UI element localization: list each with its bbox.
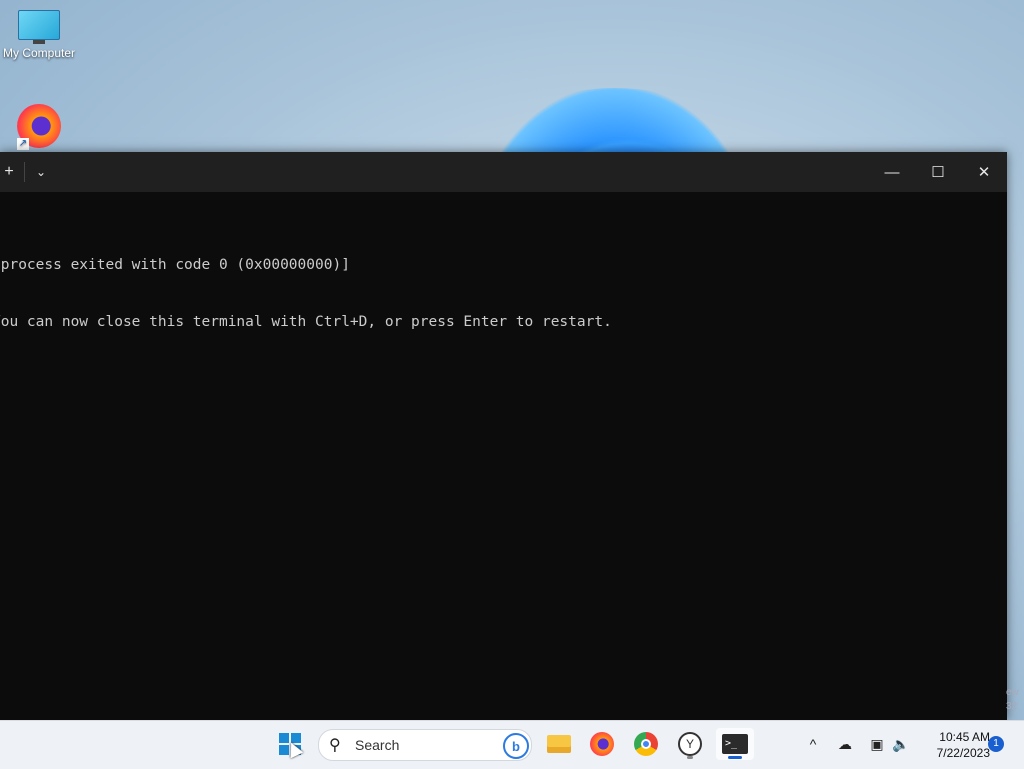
file-explorer-icon [547, 735, 571, 753]
desktop-icon-label: My Computer [2, 46, 76, 60]
taskbar-terminal[interactable]: >_ [716, 728, 754, 760]
taskbar-clock[interactable]: 10:45 AM 7/22/2023 [918, 729, 990, 761]
maximize-button[interactable]: ☐ [915, 152, 961, 192]
terminal-icon: >_ [722, 734, 748, 754]
desktop-icon-my-computer[interactable]: My Computer [0, 10, 78, 60]
watermark-line: ew [1006, 687, 1019, 698]
clock-app-icon: Y [678, 732, 702, 756]
titlebar-divider [24, 162, 25, 182]
taskbar-chrome[interactable] [630, 728, 662, 760]
terminal-window[interactable]: + ⌄ — ☐ ✕ [process exited with code 0 (0… [0, 152, 1007, 720]
taskbar-firefox[interactable] [586, 728, 618, 760]
taskbar-file-explorer[interactable] [543, 728, 575, 760]
search-placeholder: Search [355, 737, 400, 753]
tab-dropdown-button[interactable]: ⌄ [31, 152, 51, 192]
notification-badge[interactable]: 1 [988, 736, 1004, 752]
search-icon: ⚲ [329, 737, 341, 754]
shortcut-arrow-icon: ↗ [17, 138, 29, 150]
onedrive-offline-icon[interactable]: ☁ [835, 734, 855, 754]
window-controls: — ☐ ✕ [869, 152, 1007, 192]
clock-date: 7/22/2023 [936, 746, 990, 760]
taskbar-search[interactable]: ⚲ Search b [318, 729, 532, 761]
clock-time: 10:45 AM [939, 730, 990, 744]
minimize-button[interactable]: — [869, 152, 915, 192]
terminal-line-exit-code: [process exited with code 0 (0x00000000)… [0, 257, 350, 273]
watermark-line: 32 [1006, 701, 1018, 712]
active-indicator [728, 756, 742, 759]
chevron-up-icon[interactable]: ^ [803, 734, 823, 754]
terminal-output[interactable]: [process exited with code 0 (0x00000000)… [0, 192, 1007, 370]
firefox-icon: ↗ [17, 104, 61, 150]
terminal-titlebar[interactable]: + ⌄ — ☐ ✕ [0, 152, 1007, 192]
running-indicator [687, 756, 693, 759]
firefox-icon [590, 732, 614, 756]
desktop-icon-firefox[interactable]: ↗ [0, 104, 78, 150]
close-button[interactable]: ✕ [961, 152, 1007, 192]
network-icon[interactable]: ▣ [867, 734, 887, 754]
chrome-icon [634, 732, 658, 756]
bing-icon[interactable]: b [503, 733, 529, 759]
watermark: ew 32 [1006, 686, 1019, 714]
terminal-line-restart-hint: You can now close this terminal with Ctr… [0, 314, 612, 330]
taskbar-clock-app[interactable]: Y [674, 728, 706, 760]
volume-icon[interactable]: 🔈 [891, 734, 911, 754]
new-tab-button[interactable]: + [0, 152, 18, 192]
computer-icon [18, 10, 60, 44]
